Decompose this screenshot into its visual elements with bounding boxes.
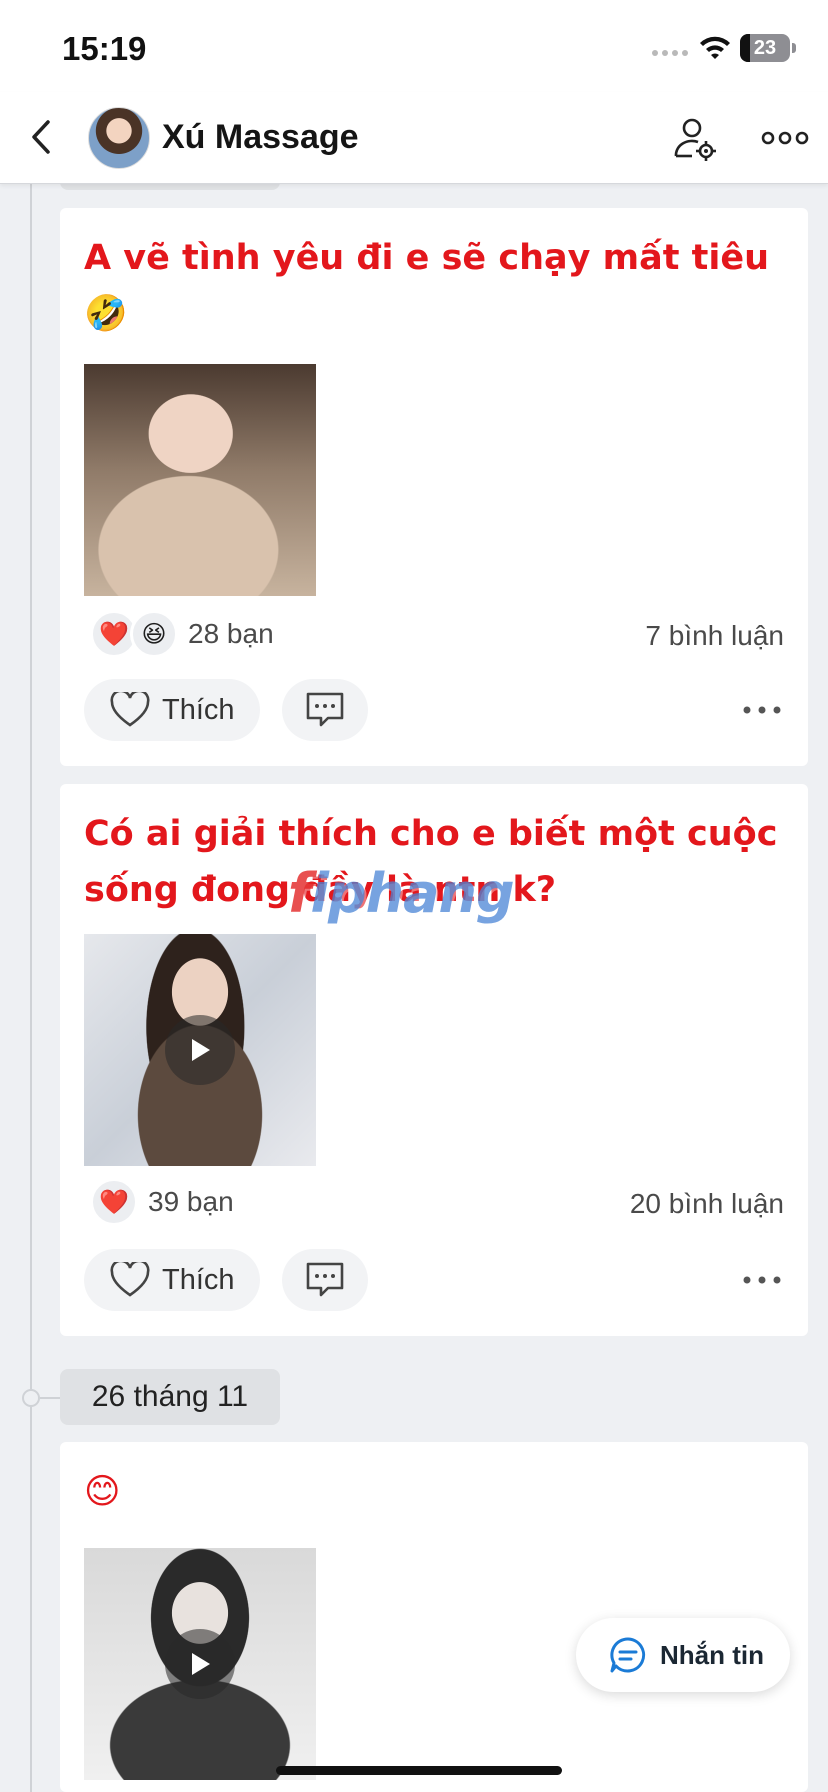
reaction-count: 39 bạn [148, 1186, 234, 1217]
timeline-node [22, 1389, 40, 1407]
date-separator: 26 tháng 11 [60, 1369, 280, 1425]
home-indicator [276, 1766, 562, 1775]
post-image[interactable] [84, 364, 316, 596]
avatar[interactable] [88, 107, 150, 169]
status-time: 15:19 [62, 30, 147, 67]
watermark-logo: fiphang [288, 862, 515, 925]
cellular-signal-icon [652, 50, 688, 56]
timeline-branch [40, 1397, 60, 1399]
comment-icon [306, 1262, 344, 1297]
like-button[interactable]: Thích [84, 679, 260, 741]
message-button-label: Nhắn tin [660, 1639, 764, 1670]
comment-count[interactable]: 7 bình luận [645, 620, 784, 652]
haha-reaction-icon: 😆 [130, 610, 178, 658]
timeline-line [30, 184, 32, 1792]
battery-level: 23 [753, 36, 777, 59]
heart-outline-icon [110, 1262, 150, 1297]
play-icon[interactable] [165, 1015, 235, 1085]
wifi-icon [700, 36, 730, 59]
comment-button[interactable] [282, 1249, 368, 1311]
battery-tip [792, 43, 796, 53]
like-label: Thích [162, 1263, 235, 1296]
post-text[interactable]: A vẽ tình yêu đi e sẽ chạy mất tiêu 🤣 [84, 230, 784, 342]
post-card: 😊 [60, 1442, 808, 1792]
back-button[interactable] [22, 112, 62, 162]
reaction-summary[interactable]: ❤️ 39 bạn [90, 1178, 234, 1226]
heart-outline-icon [110, 692, 150, 727]
post-text[interactable]: 😊 [84, 1464, 784, 1520]
like-label: Thích [162, 693, 235, 726]
heart-reaction-icon: ❤️ [90, 1178, 138, 1226]
comment-count[interactable]: 20 bình luận [630, 1188, 784, 1220]
post-card: A vẽ tình yêu đi e sẽ chạy mất tiêu 🤣 ❤️… [60, 208, 808, 766]
comment-icon [306, 692, 344, 727]
profile-header: Xú Massage [0, 92, 828, 184]
reaction-summary[interactable]: ❤️ 😆 28 bạn [90, 610, 274, 658]
comment-button[interactable] [282, 679, 368, 741]
reaction-count: 28 bạn [188, 618, 274, 649]
battery-icon: 23 [740, 34, 790, 62]
post-video-thumbnail[interactable] [84, 1548, 316, 1780]
more-options-icon[interactable] [760, 128, 810, 148]
post-video-thumbnail[interactable] [84, 934, 316, 1166]
like-button[interactable]: Thích [84, 1249, 260, 1311]
play-icon[interactable] [165, 1629, 235, 1699]
chat-bubble-icon [610, 1637, 646, 1673]
profile-name[interactable]: Xú Massage [162, 118, 359, 157]
post-more-icon[interactable] [742, 705, 782, 715]
status-bar: 15:19 23 [0, 0, 828, 92]
message-button[interactable]: Nhắn tin [576, 1618, 790, 1692]
post-more-icon[interactable] [742, 1275, 782, 1285]
user-settings-icon[interactable] [672, 116, 718, 162]
